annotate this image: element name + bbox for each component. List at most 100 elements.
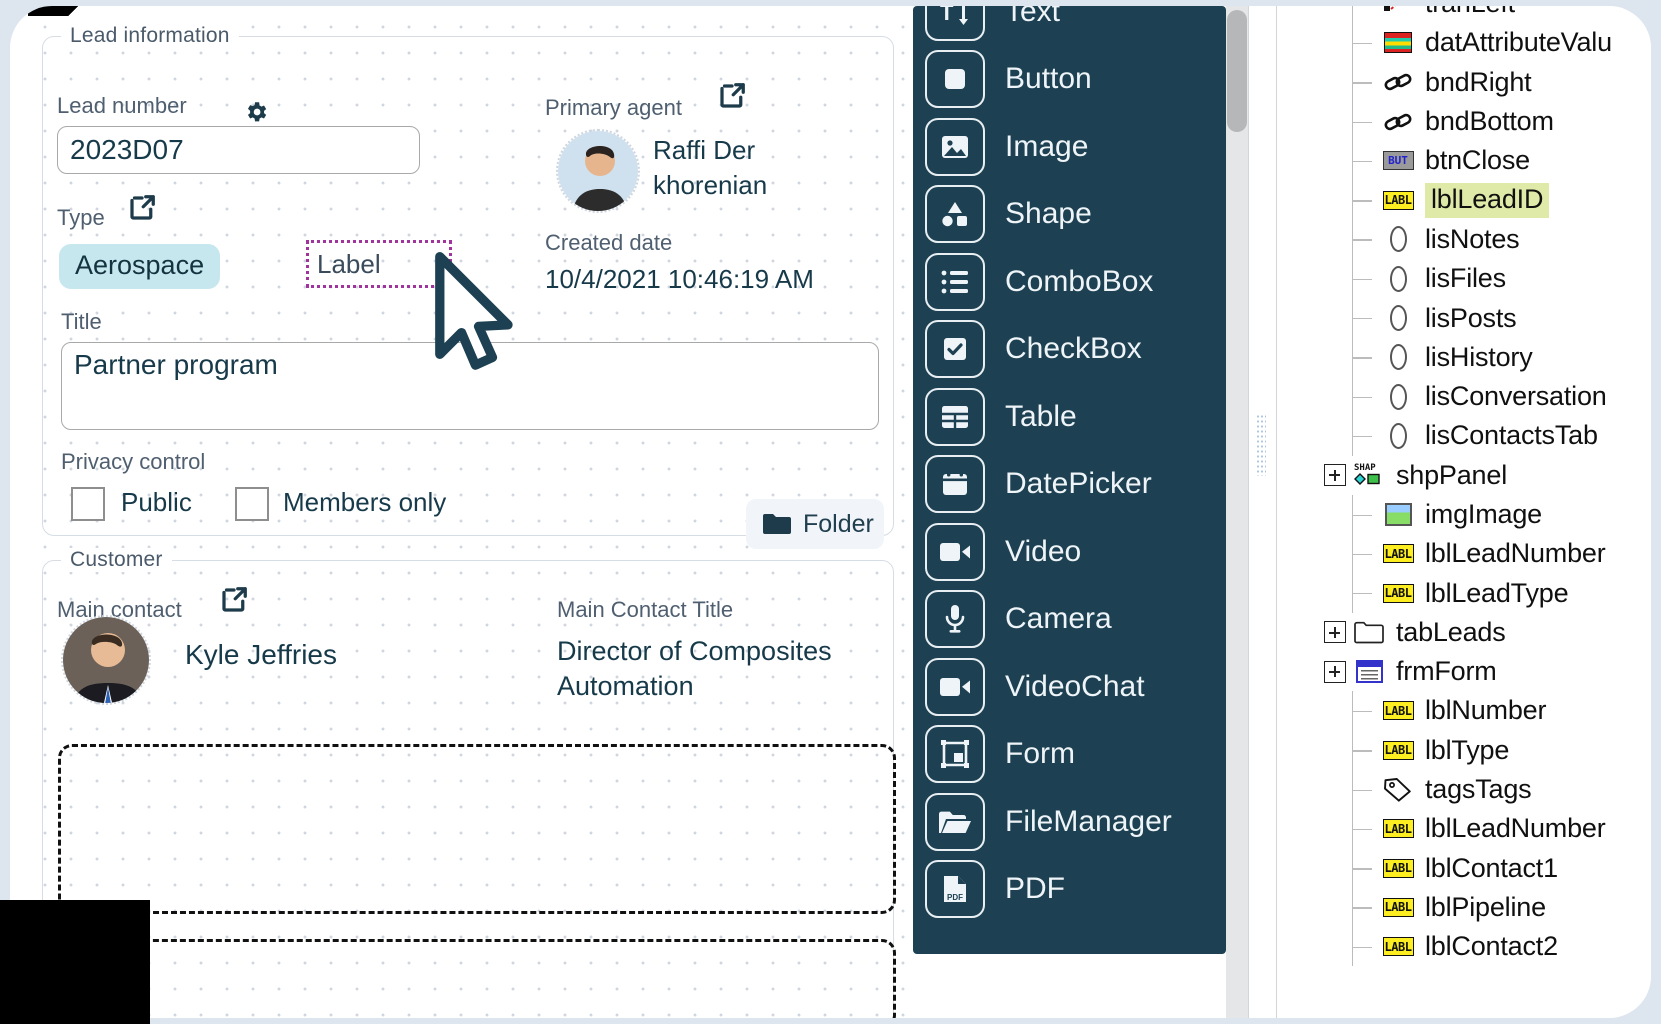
tree-node-icon: LABL <box>1381 737 1415 763</box>
tree-row[interactable]: LABL lblType <box>1302 730 1651 771</box>
tree-row[interactable]: LABL lblLeadNumber <box>1302 534 1651 574</box>
shape-icon: SHAP <box>1354 463 1380 486</box>
tree-row[interactable]: BUT btnClose <box>1302 141 1651 181</box>
tree-row[interactable]: lisFiles <box>1302 259 1651 299</box>
tree-row[interactable]: lisNotes <box>1302 219 1651 260</box>
combobox-icon <box>925 252 985 311</box>
tree-row[interactable]: LABL lblContact1 <box>1302 848 1651 889</box>
panel-gap <box>1248 6 1298 1018</box>
shape-icon <box>925 185 985 244</box>
palette-item-video[interactable]: Video <box>913 518 1226 586</box>
expand-icon[interactable] <box>1324 660 1346 683</box>
checkbox-public[interactable] <box>71 487 105 521</box>
divider-right <box>1276 6 1277 1018</box>
palette-item-pdf[interactable]: PDF PDF <box>913 856 1226 924</box>
main-contact-title-label: Main Contact Title <box>557 597 734 622</box>
palette-item-shape[interactable]: Shape <box>913 181 1226 249</box>
text-icon: T <box>925 6 985 41</box>
tree-row[interactable]: LABL lblLeadNumber <box>1302 809 1651 849</box>
tree-node-label: lblLeadID <box>1425 182 1550 218</box>
title-input[interactable]: Partner program <box>61 342 879 430</box>
tree-row[interactable]: imgImage <box>1302 494 1651 535</box>
drop-zone-2[interactable] <box>58 939 896 1018</box>
main-contact-avatar[interactable] <box>61 615 151 705</box>
label-icon: LABL <box>1382 937 1414 957</box>
drop-zone-1[interactable] <box>58 744 896 914</box>
palette-item-combobox[interactable]: ComboBox <box>913 248 1226 316</box>
design-canvas[interactable]: Lead information Lead number 2023D07 Typ… <box>32 14 906 1018</box>
tree-row[interactable]: LABL lblContact2 <box>1302 927 1651 967</box>
tree-row[interactable]: SHAP shpPanel <box>1302 456 1651 495</box>
palette-item-camera[interactable]: Camera <box>913 586 1226 654</box>
type-value-badge[interactable]: Aerospace <box>59 244 221 289</box>
form-icon <box>925 725 985 784</box>
component-palette[interactable]: T Text Button Image Shape ComboBox CheckBox Tab… <box>913 6 1226 954</box>
main-contact-title-line1: Director of Composites <box>557 636 832 666</box>
palette-item-checkbox[interactable]: CheckBox <box>913 316 1226 384</box>
palette-item-filemanager[interactable]: FileManager <box>913 788 1226 856</box>
tree-node-label: lblLeadType <box>1425 577 1569 608</box>
tree-node-icon <box>1381 6 1415 17</box>
palette-item-button[interactable]: Button <box>913 46 1226 114</box>
external-link-icon-agent[interactable] <box>717 81 747 111</box>
tree-row[interactable]: bndBottom <box>1302 101 1651 142</box>
tree-connector <box>1352 691 1381 731</box>
external-link-icon-contact[interactable] <box>219 585 249 615</box>
microphone-icon <box>925 590 985 649</box>
tree-node-label: lisConversation <box>1425 381 1607 412</box>
tree-row[interactable]: bndRight <box>1302 62 1651 103</box>
gear-icon[interactable] <box>243 99 269 125</box>
lead-number-input[interactable]: 2023D07 <box>57 126 420 174</box>
calendar-icon <box>925 455 985 514</box>
palette-scrollbar-track[interactable] <box>1226 6 1248 1018</box>
tree-row[interactable]: LABL lblNumber <box>1302 691 1651 731</box>
component-palette-list: T Text Button Image Shape ComboBox CheckBox Tab… <box>913 6 1226 923</box>
tree-node-icon: LABL <box>1381 816 1415 842</box>
checkbox-members-only[interactable] <box>235 487 269 521</box>
primary-agent-avatar[interactable] <box>556 129 640 213</box>
tree-row[interactable]: tranLeft <box>1302 6 1651 24</box>
tree-node-label: frmForm <box>1396 656 1497 687</box>
tree-node-icon <box>1381 226 1415 253</box>
tree-row[interactable]: lisConversation <box>1302 376 1651 417</box>
tree-node-label: lisNotes <box>1425 223 1520 254</box>
palette-item-table[interactable]: Table <box>913 383 1226 451</box>
tree-node-label: imgImage <box>1425 499 1542 529</box>
panel-resize-grip[interactable] <box>1256 414 1266 476</box>
palette-item-videochat[interactable]: VideoChat <box>913 653 1226 721</box>
tree-row[interactable]: datAttributeValu <box>1302 23 1651 63</box>
tree-row[interactable]: tagsTags <box>1302 769 1651 810</box>
dropped-label-widget[interactable]: Label <box>306 240 452 288</box>
tree-row[interactable]: tabLeads <box>1302 613 1651 652</box>
palette-item-label: Table <box>1005 399 1077 433</box>
external-link-icon-type[interactable] <box>127 193 157 223</box>
tree-row[interactable]: frmForm <box>1302 652 1651 691</box>
palette-item-label: VideoChat <box>1005 669 1145 703</box>
main-contact-name: Kyle Jeffries <box>185 639 337 670</box>
lead-information-group: Lead information Lead number 2023D07 Typ… <box>42 24 894 549</box>
tree-row[interactable]: lisContactsTab <box>1302 416 1651 456</box>
tree-node-icon <box>1381 265 1415 292</box>
tree-connector <box>1352 337 1381 378</box>
palette-item-form[interactable]: Form <box>913 721 1226 789</box>
expand-icon[interactable] <box>1324 464 1346 487</box>
label-icon: LABL <box>1382 858 1414 878</box>
palette-scrollbar-thumb[interactable] <box>1227 10 1247 132</box>
palette-item-text[interactable]: T Text <box>913 6 1226 46</box>
tree-node-label: lisContactsTab <box>1425 420 1598 451</box>
expand-icon[interactable] <box>1324 621 1346 644</box>
tree-connector <box>1352 101 1381 142</box>
folder-button[interactable]: Folder <box>746 499 884 549</box>
palette-item-datepicker[interactable]: DatePicker <box>913 451 1226 519</box>
tree-row[interactable]: LABL lblLeadType <box>1302 573 1651 614</box>
palette-item-image[interactable]: Image <box>913 113 1226 181</box>
list-icon <box>1389 265 1407 292</box>
tree-row[interactable]: LABL lblLeadID <box>1302 180 1651 221</box>
tree-row[interactable]: lisPosts <box>1302 298 1651 338</box>
primary-agent-label: Primary agent <box>545 95 682 120</box>
tree-row[interactable]: lisHistory <box>1302 337 1651 378</box>
tree-row[interactable]: LABL lblPipeline <box>1302 887 1651 928</box>
corner-accent-top-left <box>28 6 102 16</box>
component-tree-panel[interactable]: tranLeft datAttributeValu bndRight bndBotto… <box>1302 6 1651 1018</box>
transition-icon <box>1384 6 1396 11</box>
